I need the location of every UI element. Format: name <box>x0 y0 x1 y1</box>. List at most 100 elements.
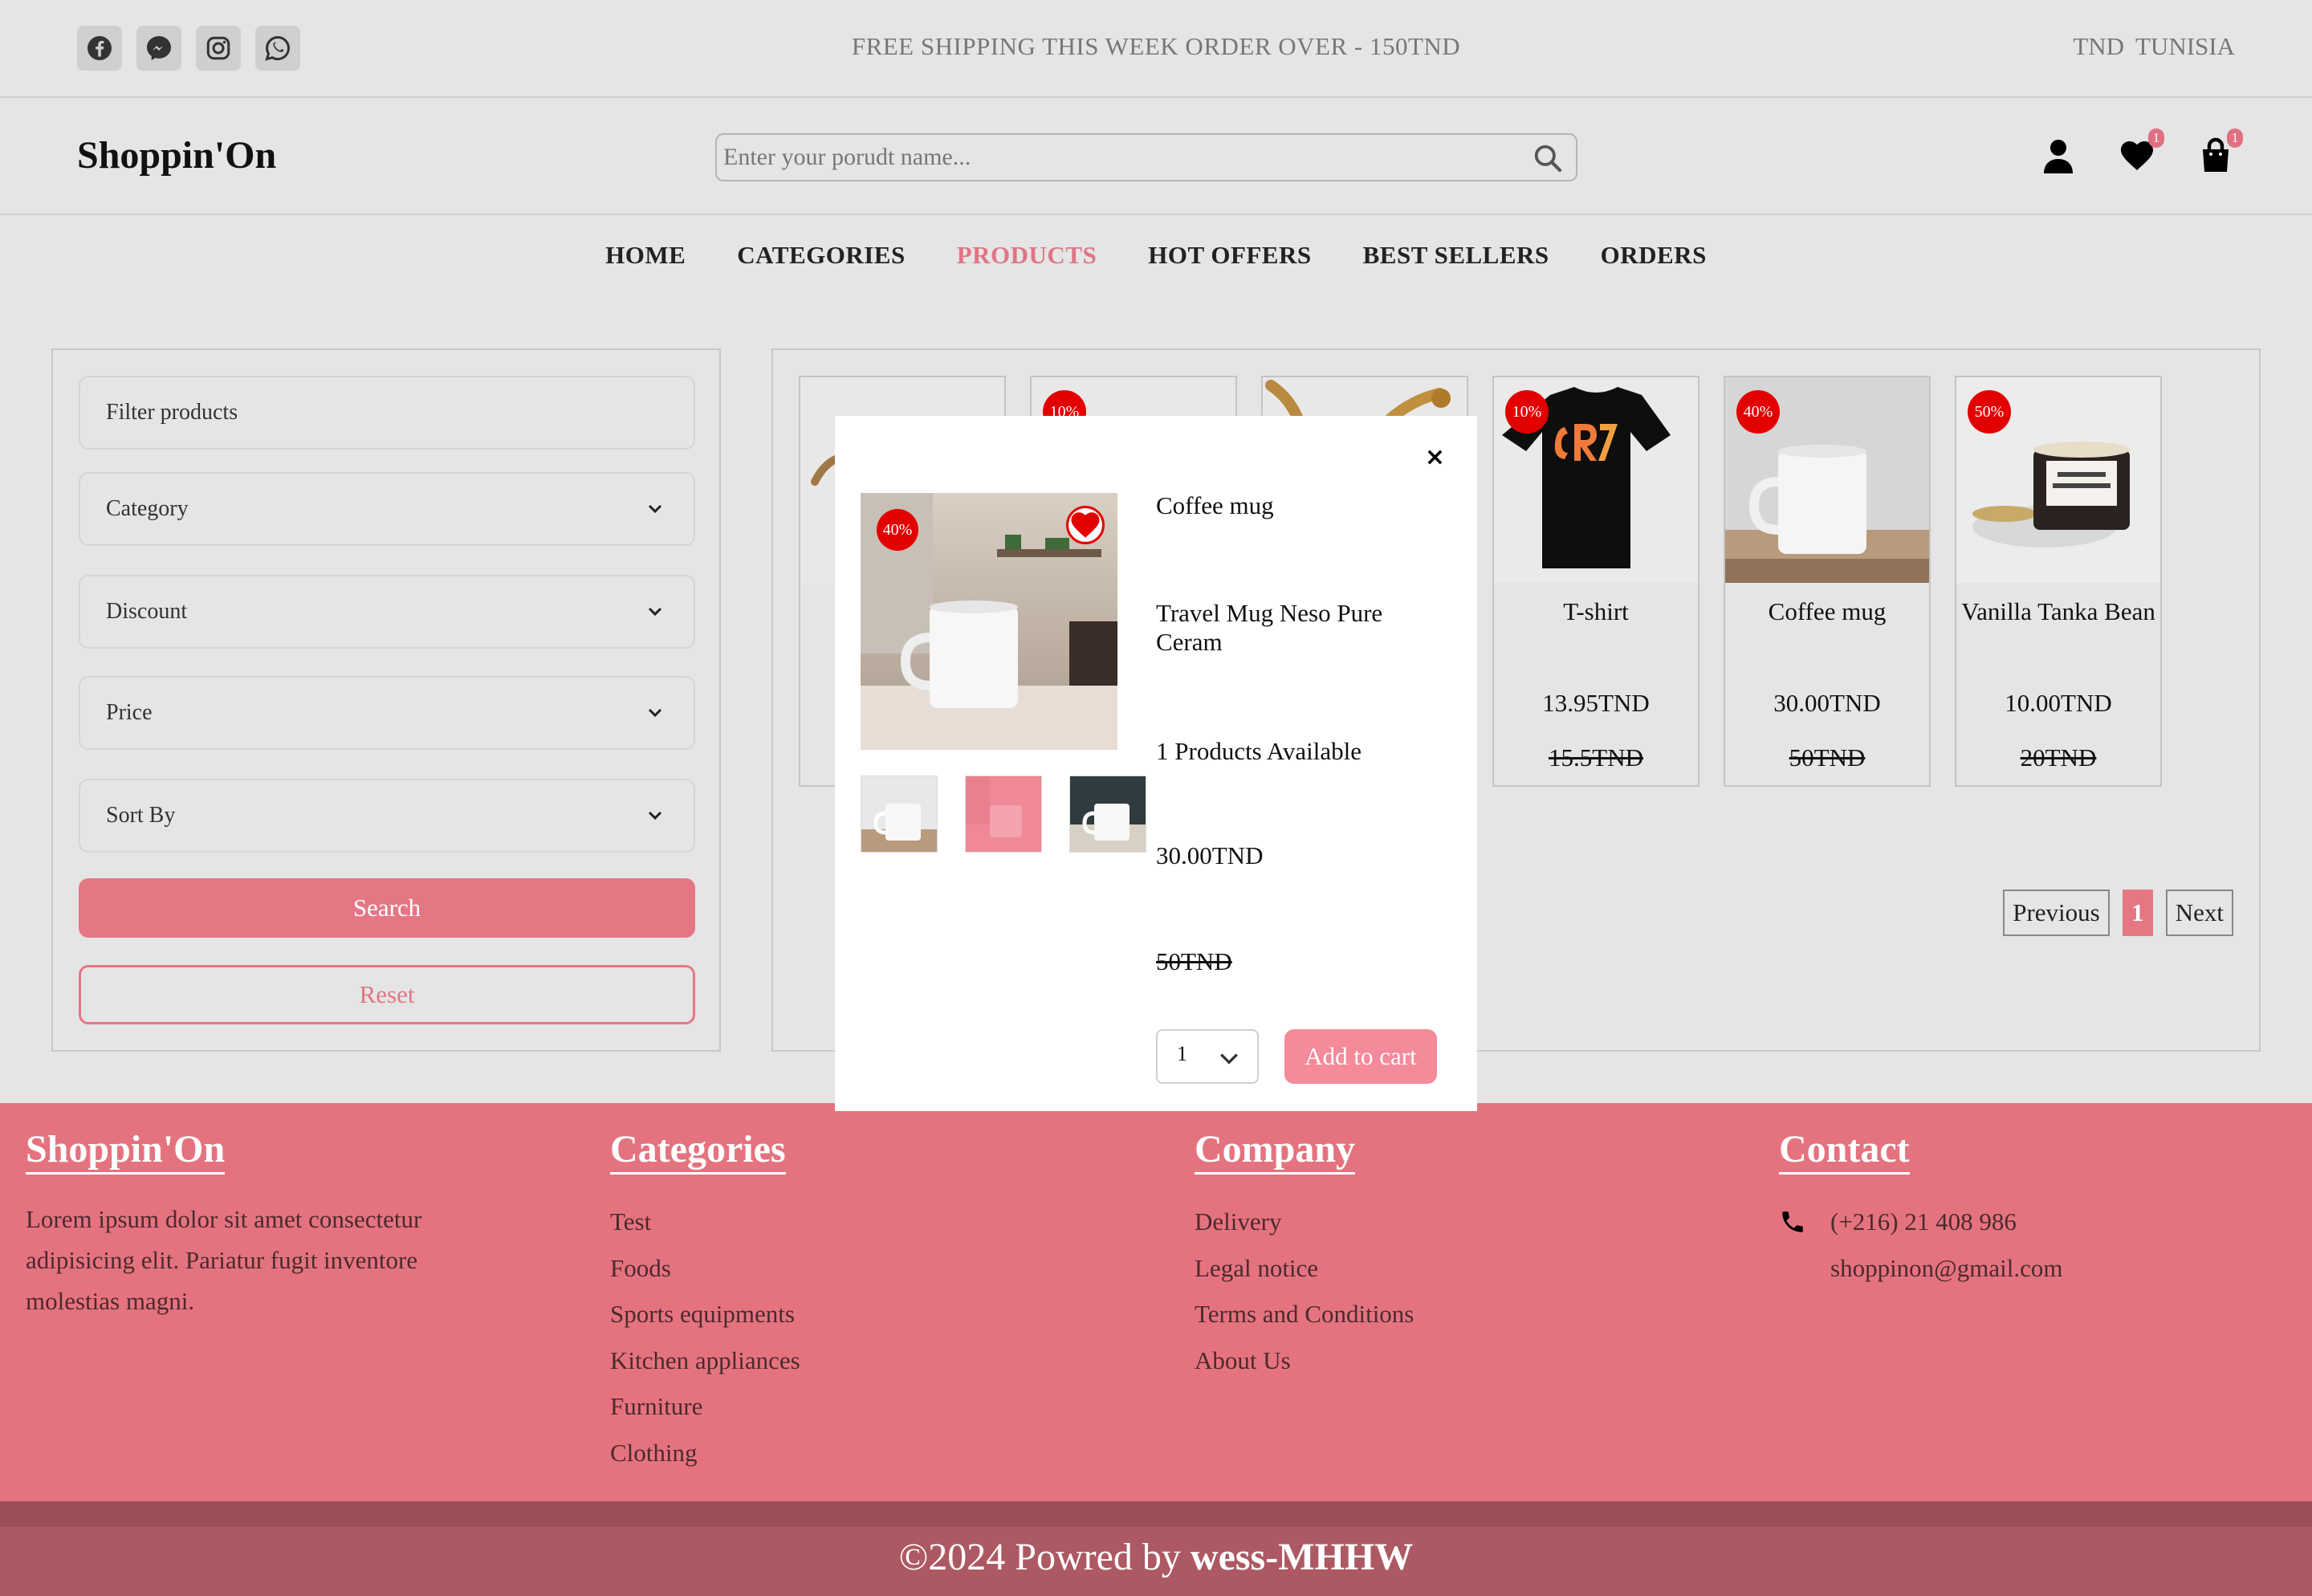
footer-categories-column: Categories Test Foods Sports equipments … <box>610 1129 800 1476</box>
product-name[interactable]: Vanilla Tanka Bean <box>1956 597 2160 626</box>
filter-title-box: Filter products <box>79 376 695 450</box>
wishlist-heart-icon[interactable]: 1 <box>2118 128 2164 175</box>
price-select[interactable]: Price <box>79 676 695 750</box>
copyright-text: ©2024 Powred by wess-MHHW <box>0 1525 2312 1590</box>
nav-orders[interactable]: ORDERS <box>1601 241 1707 270</box>
image-thumbnails <box>861 776 1146 853</box>
product-price: 30.00TND <box>1773 689 1881 717</box>
price-label: Price <box>106 700 153 725</box>
discount-badge: 10% <box>1505 390 1549 434</box>
contact-email-text: shoppinon@gmail.com <box>1830 1253 2063 1282</box>
product-card[interactable]: 40% Coffee mug 30.00TND 50TND <box>1724 376 1931 787</box>
brand-logo[interactable]: Shoppin'On <box>77 133 276 177</box>
locale-selector[interactable]: TND TUNISIA <box>2073 32 2235 61</box>
product-quick-view-modal: × 40% Coffee mug Travel Mug Neso Pure Ce… <box>835 416 1477 1111</box>
modal-availability: 1 Products Available <box>1156 737 1362 765</box>
previous-page-button[interactable]: Previous <box>2003 890 2110 936</box>
copyright-author[interactable]: wess-MHHW <box>1191 1536 1413 1578</box>
footer-company-link[interactable]: About Us <box>1195 1337 1414 1384</box>
current-page-button[interactable]: 1 <box>2122 890 2153 936</box>
discount-label: Discount <box>106 599 188 624</box>
quantity-value: 1 <box>1177 1042 1187 1065</box>
search-input[interactable] <box>723 138 1510 177</box>
modal-old-price: 50TND <box>1156 947 1232 975</box>
sort-select[interactable]: Sort By <box>79 779 695 853</box>
thumbnail[interactable] <box>861 776 938 853</box>
quantity-select[interactable]: 1 <box>1156 1029 1259 1084</box>
main-nav: HOME CATEGORIES PRODUCTS HOT OFFERS BEST… <box>0 241 2312 270</box>
nav-home[interactable]: HOME <box>605 241 686 270</box>
product-price: 13.95TND <box>1542 689 1650 717</box>
filter-title: Filter products <box>106 400 238 425</box>
discount-badge: 40% <box>877 509 918 551</box>
header-icons: 1 1 <box>2039 128 2243 175</box>
product-card[interactable]: 50% Vanilla Tanka Bean 10.00TND 20TND <box>1955 376 2162 787</box>
chevron-down-icon <box>648 504 662 514</box>
header: Shoppin'On 1 1 <box>0 98 2312 215</box>
nav-best-sellers[interactable]: BEST SELLERS <box>1363 241 1549 270</box>
modal-main-image: 40% <box>861 493 1117 750</box>
footer-brand-title[interactable]: Shoppin'On <box>26 1129 226 1175</box>
phone-icon <box>1782 1211 1803 1232</box>
footer-company-title: Company <box>1195 1129 1356 1175</box>
footer-category-link[interactable]: Foods <box>610 1245 800 1292</box>
product-price: 10.00TND <box>2005 689 2112 717</box>
reset-button[interactable]: Reset <box>79 965 695 1024</box>
user-icon[interactable] <box>2039 136 2078 175</box>
add-to-cart-button[interactable]: Add to cart <box>1284 1029 1437 1084</box>
search-bar <box>715 133 1577 181</box>
discount-badge: 40% <box>1736 390 1780 434</box>
filter-panel: Filter products Category Discount Price … <box>51 348 721 1052</box>
nav-categories[interactable]: CATEGORIES <box>737 241 905 270</box>
contact-phone-text: (+216) 21 408 986 <box>1830 1207 2017 1236</box>
category-select[interactable]: Category <box>79 472 695 546</box>
footer-company-link[interactable]: Terms and Conditions <box>1195 1291 1414 1337</box>
footer-company-link[interactable]: Legal notice <box>1195 1245 1414 1292</box>
modal-product-name: Coffee mug <box>1156 491 1274 519</box>
chevron-down-icon <box>648 811 662 820</box>
thumbnail[interactable] <box>1069 776 1146 853</box>
contact-phone[interactable]: (+216) 21 408 986 <box>1779 1199 2062 1245</box>
currency-label[interactable]: TND <box>2073 32 2124 60</box>
footer-category-link[interactable]: Test <box>610 1199 800 1245</box>
search-icon[interactable] <box>1533 143 1563 173</box>
footer-category-link[interactable]: Clothing <box>610 1430 800 1476</box>
favorite-heart-icon[interactable] <box>1066 506 1105 544</box>
copyright-prefix: ©2024 Powred by <box>898 1536 1191 1578</box>
footer-company-column: Company Delivery Legal notice Terms and … <box>1195 1129 1414 1383</box>
category-label: Category <box>106 496 189 521</box>
discount-badge: 50% <box>1968 390 2011 434</box>
search-button[interactable]: Search <box>79 878 695 938</box>
cart-bag-icon[interactable]: 1 <box>2196 128 2243 175</box>
discount-select[interactable]: Discount <box>79 575 695 649</box>
footer-company-link[interactable]: Delivery <box>1195 1199 1414 1245</box>
next-page-button[interactable]: Next <box>2165 890 2233 936</box>
contact-email[interactable]: shoppinon@gmail.com <box>1779 1245 2062 1292</box>
thumbnail[interactable] <box>965 776 1042 853</box>
nav-hot-offers[interactable]: HOT OFFERS <box>1148 241 1311 270</box>
chevron-down-icon <box>648 607 662 617</box>
product-card[interactable]: 10% T-shirt 13.95TND 15.5TND <box>1492 376 1699 787</box>
product-old-price: 15.5TND <box>1549 743 1643 772</box>
product-name[interactable]: T-shirt <box>1494 597 1698 626</box>
cart-count-badge: 1 <box>2227 128 2243 148</box>
chevron-down-icon <box>1220 1053 1238 1065</box>
chevron-down-icon <box>648 708 662 718</box>
product-old-price: 50TND <box>1789 743 1866 772</box>
close-icon[interactable]: × <box>1425 443 1445 471</box>
nav-products[interactable]: PRODUCTS <box>957 241 1097 270</box>
top-bar: FREE SHIPPING THIS WEEK ORDER OVER - 150… <box>0 0 2312 98</box>
footer-category-link[interactable]: Sports equipments <box>610 1291 800 1337</box>
country-label[interactable]: TUNISIA <box>2135 32 2235 60</box>
sort-label: Sort By <box>106 803 176 828</box>
footer-contact-column: Contact (+216) 21 408 986 shoppinon@gmai… <box>1779 1129 2062 1291</box>
pagination: Previous 1 Next <box>2003 890 2233 936</box>
footer-categories-title: Categories <box>610 1129 786 1175</box>
footer-category-link[interactable]: Kitchen appliances <box>610 1337 800 1384</box>
footer-brand-column: Shoppin'On Lorem ipsum dolor sit amet co… <box>26 1129 475 1321</box>
footer-contact-title: Contact <box>1779 1129 1910 1175</box>
copyright-bar: ©2024 Powred by wess-MHHW <box>0 1501 2312 1596</box>
product-name[interactable]: Coffee mug <box>1725 597 1929 626</box>
footer-category-link[interactable]: Furniture <box>610 1383 800 1430</box>
shipping-promo: FREE SHIPPING THIS WEEK ORDER OVER - 150… <box>851 32 1461 60</box>
